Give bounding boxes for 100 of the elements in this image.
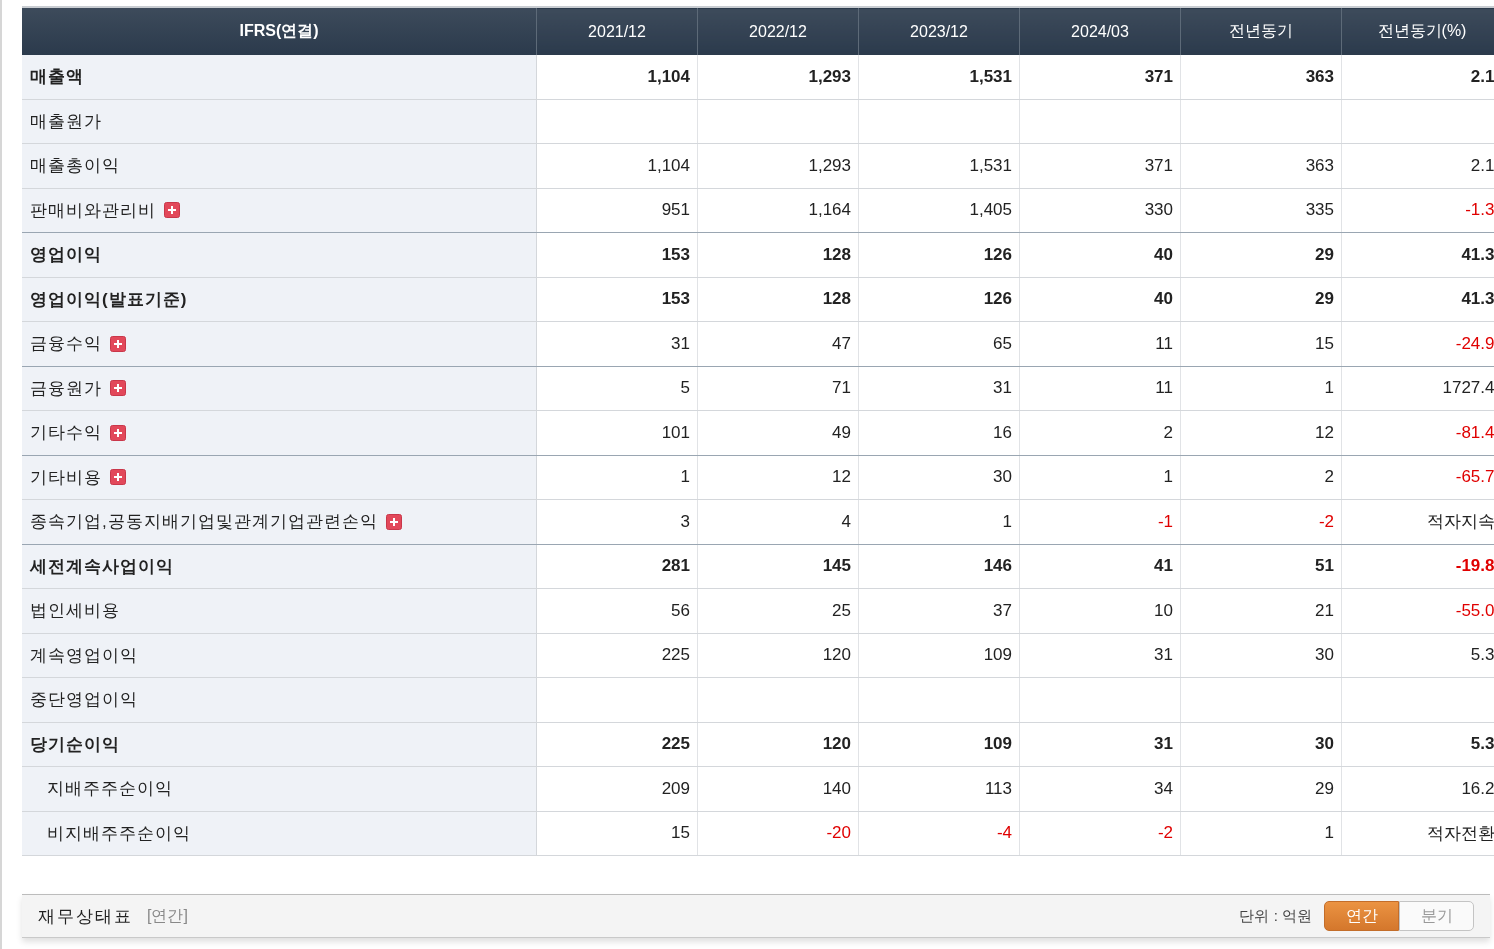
table-cell: 5.3 — [1341, 633, 1494, 678]
table-cell: 15 — [536, 811, 698, 856]
row-label: 금융수익 — [30, 333, 102, 356]
table-cell: 1,531 — [858, 55, 1020, 99]
expand-plus-icon[interactable] — [110, 469, 126, 486]
table-cell: 153 — [536, 232, 698, 277]
row-label: 지배주주순이익 — [47, 778, 173, 801]
table-cell: 37 — [858, 588, 1020, 633]
column-header: 2023/12 — [858, 7, 1020, 55]
expand-plus-icon[interactable] — [385, 513, 402, 530]
period-label: [연간] — [147, 905, 188, 926]
table-cell: -55.0 — [1341, 588, 1494, 633]
row-label: 당기순이익 — [30, 733, 120, 756]
column-header: 2021/12 — [536, 7, 698, 55]
table-cell: 1 — [1019, 455, 1181, 500]
table-cell: 2.1 — [1341, 143, 1494, 188]
table-cell: 47 — [697, 321, 859, 366]
expand-plus-icon[interactable] — [110, 335, 126, 352]
table-cell: 29 — [1180, 232, 1342, 277]
table-cell: -20 — [697, 811, 859, 856]
table-cell: 41.3 — [1341, 232, 1494, 277]
table-cell: 128 — [697, 277, 859, 322]
table-cell: -4 — [858, 811, 1020, 856]
table-cell: 140 — [697, 766, 859, 811]
table-cell: 71 — [697, 366, 859, 411]
table-cell: -19.8 — [1341, 544, 1494, 589]
table-cell: 56 — [536, 588, 698, 633]
row-label: 계속영업이익 — [30, 644, 138, 667]
expand-plus-icon[interactable] — [110, 380, 126, 397]
table-cell: 29 — [1180, 766, 1342, 811]
table-cell: 281 — [536, 544, 698, 589]
section-title: 재무상태표 — [38, 905, 133, 928]
table-cell: 120 — [697, 633, 859, 678]
table-cell: 적자지속 — [1341, 499, 1494, 544]
table-cell: 40 — [1019, 277, 1181, 322]
table-cell: 330 — [1019, 188, 1181, 233]
table-cell: 2 — [1180, 455, 1342, 500]
table-cell: 31 — [858, 366, 1020, 411]
table-cell: 34 — [1019, 766, 1181, 811]
table-cell: 951 — [536, 188, 698, 233]
column-header: 2022/12 — [697, 7, 859, 55]
row-label: 영업이익 — [30, 244, 102, 267]
table-cell: 120 — [697, 722, 859, 767]
table-cell: 3 — [536, 499, 698, 544]
table-cell: 1 — [536, 455, 698, 500]
row-label: 중단영업이익 — [30, 689, 138, 712]
table-cell: 65 — [858, 321, 1020, 366]
table-cell: 145 — [697, 544, 859, 589]
table-cell: 16.2 — [1341, 766, 1494, 811]
table-cell: -1.3 — [1341, 188, 1494, 233]
row-label: 매출액 — [30, 66, 84, 89]
table-cell: 41 — [1019, 544, 1181, 589]
table-cell: 1 — [1180, 366, 1342, 411]
table-cell: 16 — [858, 410, 1020, 455]
table-cell: 363 — [1180, 55, 1342, 99]
table-cell: 371 — [1019, 55, 1181, 99]
table-cell: -24.9 — [1341, 321, 1494, 366]
table-cell: 11 — [1019, 321, 1181, 366]
table-cell: 4 — [697, 499, 859, 544]
table-cell: 30 — [1180, 633, 1342, 678]
table-cell: 1,104 — [536, 55, 698, 99]
row-label: 세전계속사업이익 — [30, 555, 174, 578]
table-cell: 1727.4 — [1341, 366, 1494, 411]
table-cell: 335 — [1180, 188, 1342, 233]
period-toggle-button[interactable]: 연간 — [1324, 901, 1399, 931]
table-cell: -1 — [1019, 499, 1181, 544]
table-cell: 153 — [536, 277, 698, 322]
table-cell: 41.3 — [1341, 277, 1494, 322]
table-cell: 40 — [1019, 232, 1181, 277]
table-cell: 15 — [1180, 321, 1342, 366]
table-cell: -2 — [1180, 499, 1342, 544]
expand-plus-icon[interactable] — [164, 202, 180, 219]
row-label: 금융원가 — [30, 377, 102, 400]
row-label: 법인세비용 — [30, 600, 120, 623]
table-cell: 113 — [858, 766, 1020, 811]
period-toggle-button[interactable]: 분기 — [1399, 901, 1474, 931]
table-cell: 146 — [858, 544, 1020, 589]
table-cell: 31 — [536, 321, 698, 366]
table-cell: 1,104 — [536, 143, 698, 188]
table-cell: 126 — [858, 277, 1020, 322]
table-cell: 1 — [858, 499, 1020, 544]
table-cell: 2.1 — [1341, 55, 1494, 99]
table-cell: -81.4 — [1341, 410, 1494, 455]
column-header: 전년동기(%) — [1341, 7, 1494, 55]
table-cell: 109 — [858, 722, 1020, 767]
table-cell: 128 — [697, 232, 859, 277]
row-label: 기타비용 — [30, 466, 102, 489]
table-cell: 30 — [1180, 722, 1342, 767]
table-cell: 1,405 — [858, 188, 1020, 233]
row-label: 매출총이익 — [30, 155, 120, 178]
table-cell: 11 — [1019, 366, 1181, 411]
table-cell: 225 — [536, 633, 698, 678]
table-cell: 209 — [536, 766, 698, 811]
table-cell: 12 — [697, 455, 859, 500]
table-cell: 1,293 — [697, 143, 859, 188]
table-cell: 109 — [858, 633, 1020, 678]
table-cell: 49 — [697, 410, 859, 455]
table-cell: 51 — [1180, 544, 1342, 589]
table-cell: 1,293 — [697, 55, 859, 99]
expand-plus-icon[interactable] — [110, 424, 126, 441]
